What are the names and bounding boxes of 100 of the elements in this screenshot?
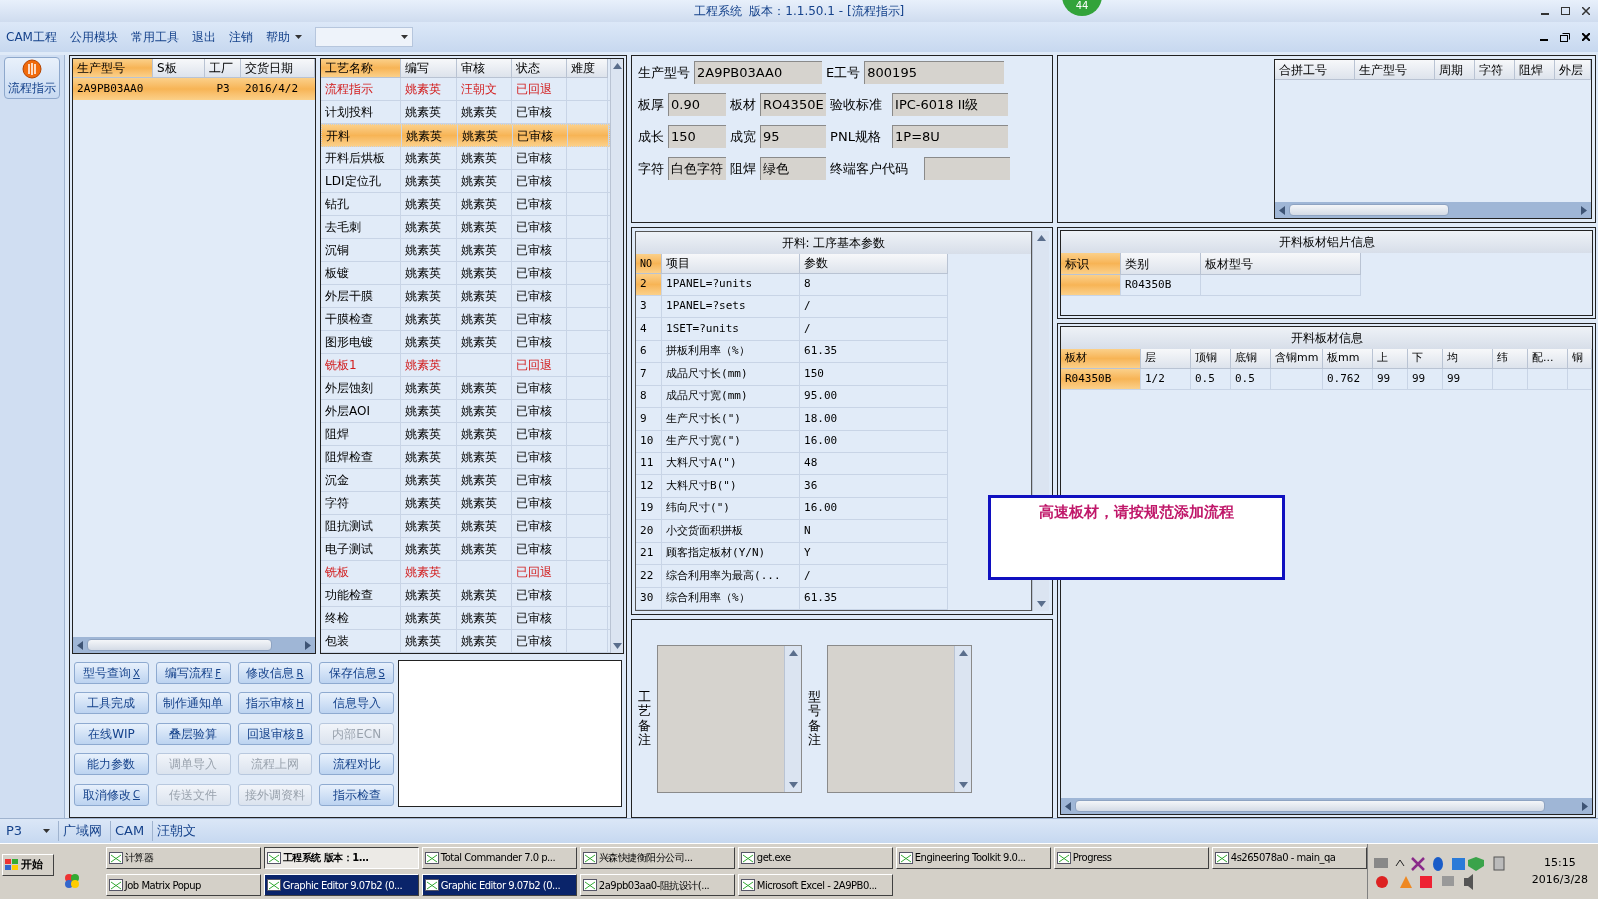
- scroll-down-icon[interactable]: [1036, 601, 1046, 607]
- close-icon[interactable]: [1582, 33, 1590, 41]
- scroll-up-icon[interactable]: [788, 649, 798, 656]
- plant-dropdown[interactable]: P3: [6, 821, 50, 841]
- column-header[interactable]: 外层: [1555, 60, 1591, 80]
- table-row[interactable]: 开料后烘板 姚素英 姚素英 已审核: [321, 147, 611, 170]
- table-row[interactable]: 阻抗测试 姚素英 姚素英 已审核: [321, 515, 611, 538]
- menu-item[interactable]: 常用工具: [130, 28, 179, 46]
- input-field[interactable]: 800195: [864, 61, 1005, 84]
- column-header[interactable]: 工厂: [205, 59, 242, 78]
- taskbar-button[interactable]: Graphic Editor 9.07b2 (0...: [263, 874, 419, 897]
- action-button[interactable]: 工具完成: [74, 692, 149, 715]
- table-row[interactable]: 沉铜 姚素英 姚素英 已审核: [321, 239, 611, 262]
- scroll-down-icon[interactable]: [612, 643, 622, 649]
- column-header[interactable]: 标识: [1061, 253, 1121, 275]
- column-header[interactable]: 项目: [662, 253, 801, 274]
- input-field[interactable]: [924, 157, 1011, 180]
- column-header[interactable]: 顶铜: [1191, 349, 1231, 369]
- column-header[interactable]: 生产型号: [1355, 60, 1435, 80]
- action-button[interactable]: 能力参数: [74, 753, 149, 776]
- column-header[interactable]: 板mm: [1323, 349, 1373, 369]
- taskbar-button[interactable]: 计算器: [105, 846, 261, 869]
- column-header[interactable]: 合拼工号: [1275, 60, 1355, 80]
- table-row[interactable]: 钻孔 姚素英 姚素英 已审核: [321, 193, 611, 216]
- taskbar-button[interactable]: Total Commander 7.0 p...: [421, 846, 577, 869]
- table-row[interactable]: 电子测试 姚素英 姚素英 已审核: [321, 538, 611, 561]
- column-header[interactable]: 铜: [1568, 349, 1592, 369]
- table-row[interactable]: 阻焊 姚素英 姚素英 已审核: [321, 423, 611, 446]
- column-header[interactable]: 纬: [1493, 349, 1528, 369]
- scroll-right-icon[interactable]: [305, 640, 312, 650]
- taskbar-button[interactable]: 工程系统 版本：1...: [263, 846, 419, 869]
- column-header[interactable]: 下: [1408, 349, 1443, 369]
- input-field[interactable]: 150: [668, 125, 727, 148]
- table-row[interactable]: 阻焊检查 姚素英 姚素英 已审核: [321, 446, 611, 469]
- table-row[interactable]: 外层干膜 姚素英 姚素英 已审核: [321, 285, 611, 308]
- action-button[interactable]: 信息导入: [319, 692, 395, 715]
- action-button[interactable]: 叠层验算: [155, 722, 231, 745]
- taskbar-button[interactable]: Job Matrix Popup: [105, 874, 261, 897]
- action-button[interactable]: 编写流程 F: [155, 662, 231, 684]
- scroll-right-icon[interactable]: [1581, 205, 1587, 215]
- column-header[interactable]: 交货日期: [241, 59, 316, 78]
- table-row[interactable]: 铣板 姚素英 已回退: [321, 561, 611, 584]
- column-header[interactable]: S板: [153, 59, 206, 78]
- table-row[interactable]: 包装 姚素英 姚素英 已审核: [321, 630, 611, 653]
- menu-item[interactable]: CAM工程: [6, 28, 57, 46]
- start-button[interactable]: 开始: [2, 854, 54, 877]
- action-button[interactable]: 在线WIP: [74, 722, 149, 745]
- close-icon[interactable]: [1582, 7, 1590, 15]
- scrollbar[interactable]: [610, 59, 624, 653]
- input-field[interactable]: 95: [760, 125, 827, 148]
- action-button[interactable]: 保存信息 S: [319, 662, 395, 684]
- restore-icon[interactable]: [1560, 32, 1570, 42]
- input-field[interactable]: RO4350E: [760, 93, 827, 116]
- scrollbar[interactable]: [1061, 798, 1592, 814]
- scroll-down-icon[interactable]: [958, 781, 968, 788]
- action-button[interactable]: 制作通知单: [155, 692, 231, 715]
- table-row[interactable]: 终检 姚素英 姚素英 已审核: [321, 607, 611, 630]
- scroll-left-icon[interactable]: [1065, 801, 1071, 811]
- taskbar-button[interactable]: Graphic Editor 9.07b2 (0...: [421, 874, 577, 897]
- column-header[interactable]: 参数: [800, 253, 949, 274]
- scroll-up-icon[interactable]: [1036, 235, 1046, 241]
- action-button[interactable]: 指示审核 H: [237, 692, 313, 715]
- table-row[interactable]: 外层AOI 姚素英 姚素英 已审核: [321, 400, 611, 423]
- column-header[interactable]: 字符: [1475, 60, 1515, 80]
- taskbar-button[interactable]: Progress: [1053, 846, 1209, 869]
- input-field[interactable]: 白色字符: [668, 157, 727, 180]
- column-header[interactable]: 审核: [457, 59, 513, 78]
- taskbar-button[interactable]: 4s265078a0 - main_qa: [1211, 846, 1367, 869]
- column-header[interactable]: 生产型号: [73, 59, 154, 78]
- scrollbar[interactable]: [73, 637, 316, 653]
- maximize-icon[interactable]: [1561, 7, 1570, 15]
- action-button[interactable]: 取消修改 C: [74, 783, 149, 806]
- column-header[interactable]: 编写: [401, 59, 458, 78]
- scrollbar[interactable]: [784, 645, 802, 792]
- scrollbar[interactable]: [1275, 202, 1591, 218]
- scroll-right-icon[interactable]: [1582, 801, 1588, 811]
- input-field[interactable]: 2A9PB03AA0: [694, 61, 823, 84]
- input-field[interactable]: IPC-6018 II级: [892, 93, 1009, 116]
- scroll-up-icon[interactable]: [612, 63, 622, 69]
- table-row[interactable]: LDI定位孔 姚素英 姚素英 已审核: [321, 170, 611, 193]
- column-header[interactable]: 状态: [512, 59, 568, 78]
- taskbar-button[interactable]: 兴森快捷衡阳分公司...: [579, 846, 735, 869]
- action-button[interactable]: 修改信息 R: [237, 662, 313, 684]
- taskbar-button[interactable]: Microsoft Excel - 2A9PB0...: [737, 874, 893, 897]
- scroll-left-icon[interactable]: [1279, 205, 1285, 215]
- scrollbar[interactable]: [954, 645, 972, 792]
- column-header[interactable]: 板材: [1061, 349, 1141, 369]
- menu-item[interactable]: 帮助: [265, 28, 290, 46]
- table-row[interactable]: 外层蚀刻 姚素英 姚素英 已审核: [321, 377, 611, 400]
- input-field[interactable]: 绿色: [760, 157, 827, 180]
- action-button[interactable]: 流程对比: [319, 753, 395, 776]
- caret-icon[interactable]: [400, 35, 408, 39]
- table-row[interactable]: 去毛刺 姚素英 姚素英 已审核: [321, 216, 611, 239]
- menu-item[interactable]: 退出: [191, 28, 216, 46]
- taskbar-button[interactable]: Engineering Toolkit 9.0...: [895, 846, 1051, 869]
- taskbar-button[interactable]: 2a9pb03aa0-阻抗设计(...: [579, 874, 735, 897]
- taskbar-button[interactable]: get.exe: [737, 846, 893, 869]
- column-header[interactable]: 难度: [567, 59, 609, 78]
- column-header[interactable]: 层: [1141, 349, 1191, 369]
- table-row[interactable]: 干膜检查 姚素英 姚素英 已审核: [321, 308, 611, 331]
